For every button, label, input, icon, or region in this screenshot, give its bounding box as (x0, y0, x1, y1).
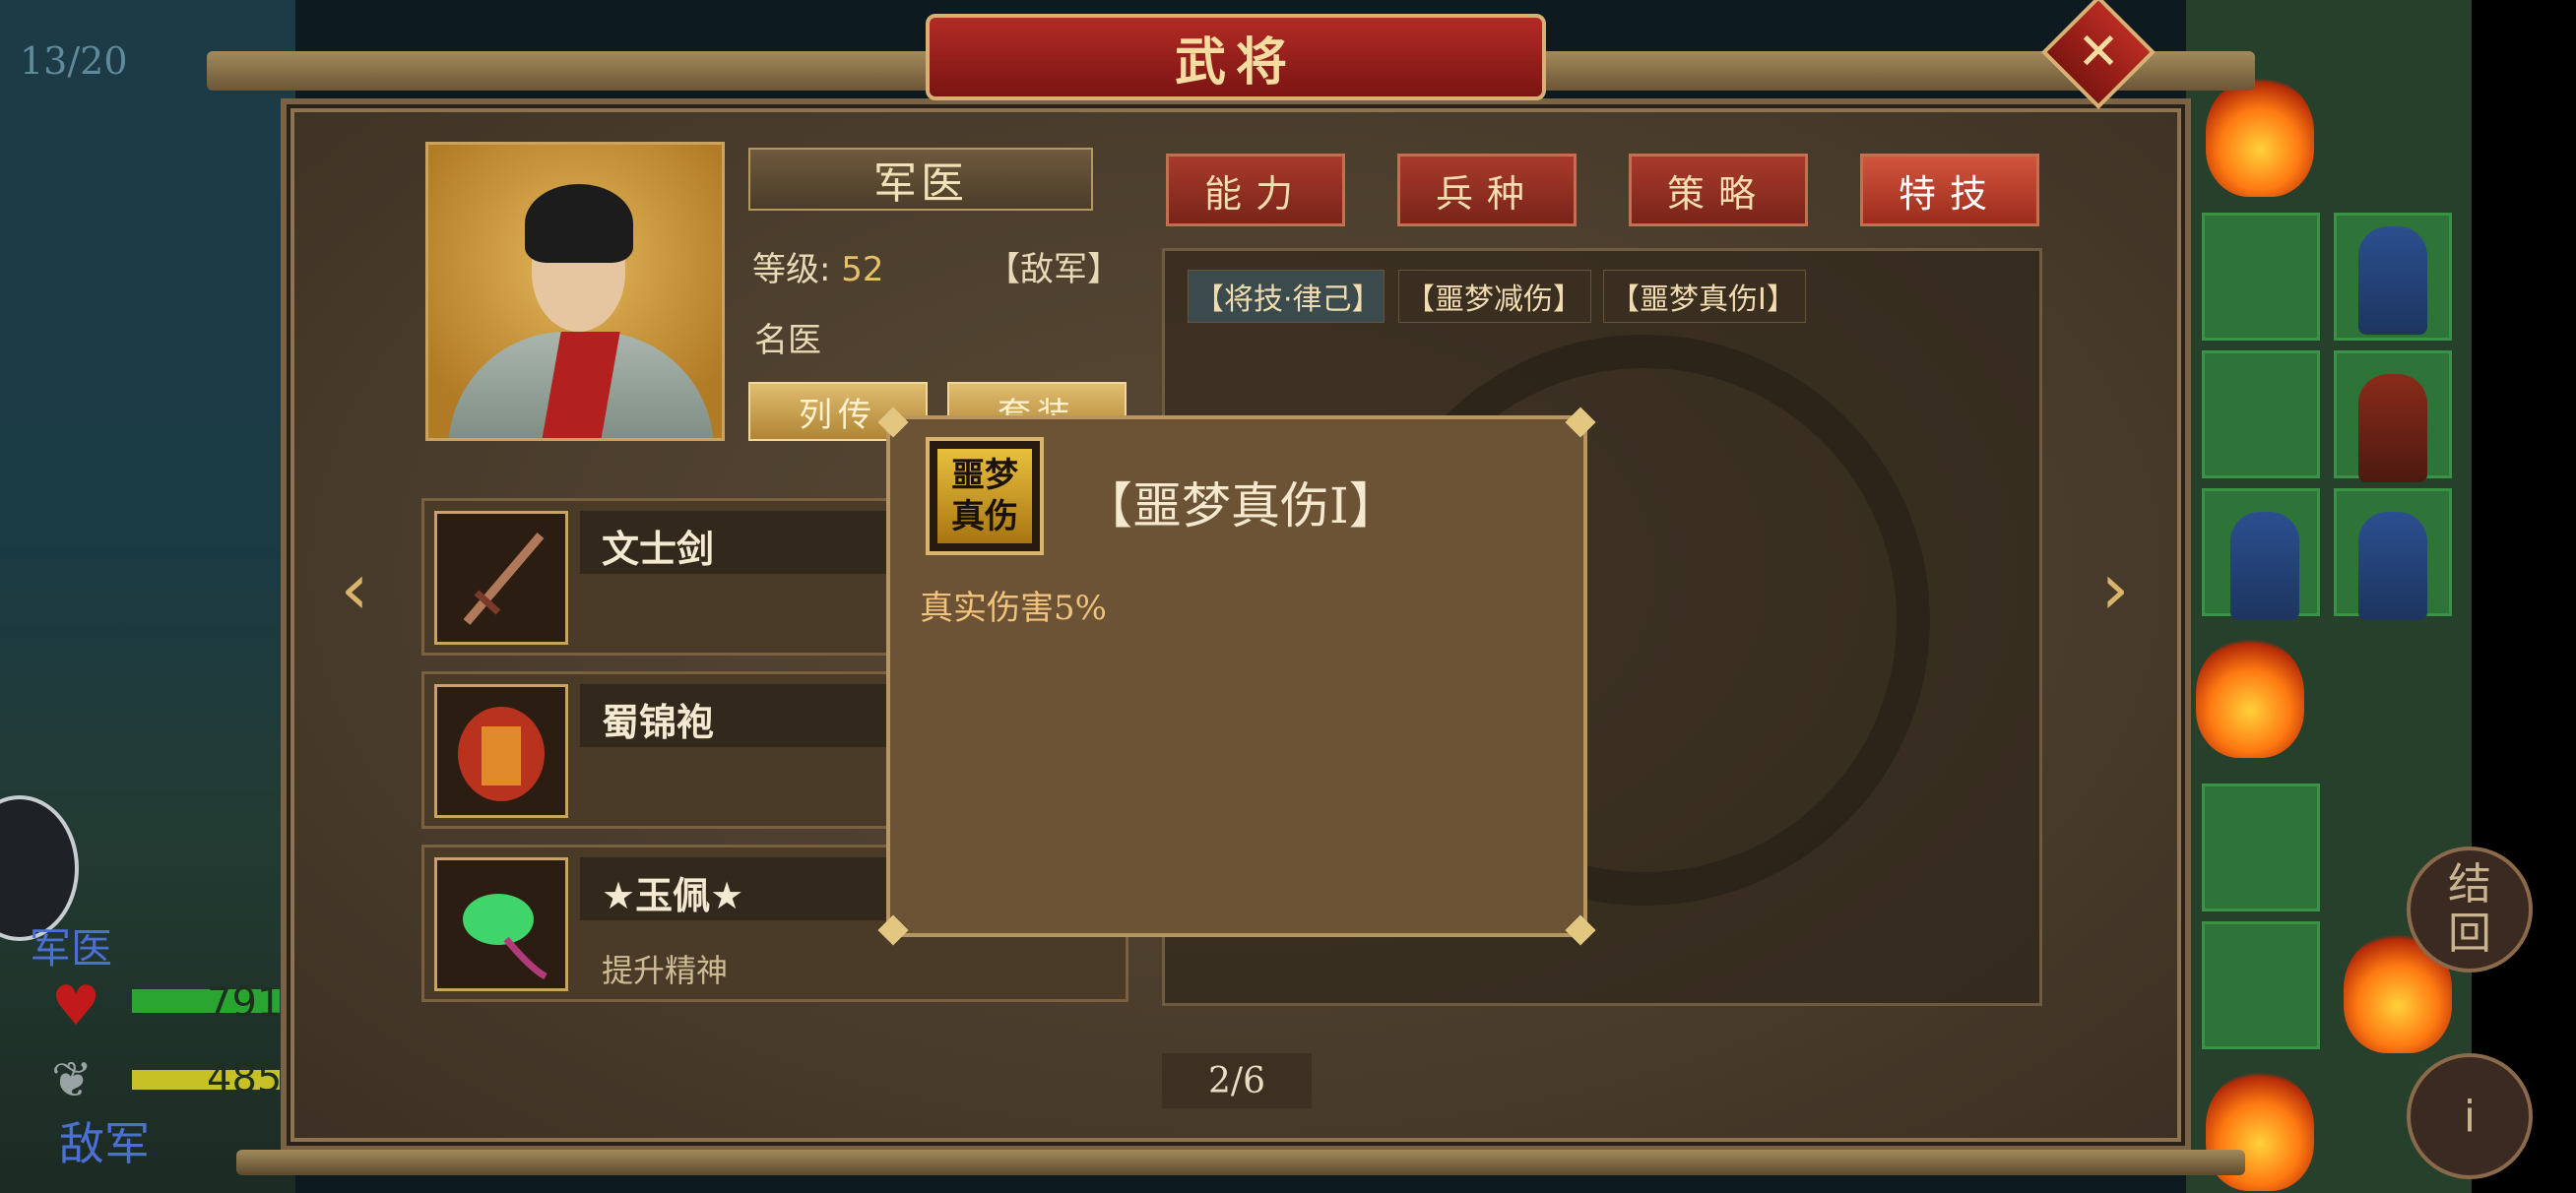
tooltip-description: 真实伤害5% (920, 589, 1107, 628)
enemy-unit-sprite[interactable] (2358, 226, 2427, 335)
title-banner: 武将 (926, 14, 1546, 100)
tab-troop-type[interactable]: 兵种 (1397, 154, 1577, 226)
unit-name-label: 军医 (30, 924, 113, 973)
level-row: 等级: 52 (752, 242, 884, 290)
end-turn-label-top: 结 (2448, 859, 2491, 910)
equipment-desc: 提升精神 (602, 952, 729, 989)
prev-general-button[interactable]: ‹ (325, 547, 384, 630)
page-indicator: 2/6 (1162, 1053, 1312, 1108)
chevron-left-icon: ‹ (340, 547, 369, 630)
map-tile (2202, 921, 2320, 1049)
faction-tag: 【敌军】 (987, 250, 1121, 289)
close-icon: ✕ (2077, 23, 2120, 82)
chevron-right-icon: › (2100, 547, 2130, 630)
fire-icon (2206, 79, 2314, 197)
level-label: 等级: (752, 250, 831, 289)
sword-icon (434, 511, 568, 645)
equipment-name: ★玉佩★ (602, 874, 744, 917)
tab-special-skill[interactable]: 特技 (1860, 154, 2039, 226)
portrait-hair (525, 184, 633, 263)
fire-icon (2196, 640, 2304, 758)
general-name-plate: 军医 (748, 148, 1093, 211)
enemy-unit-sprite[interactable] (2358, 512, 2427, 620)
skill-icon-line1: 噩梦 (951, 456, 1018, 495)
skill-icon-line2: 真伤 (951, 497, 1018, 536)
skill-icon: 噩梦 真伤 (926, 437, 1044, 555)
mp-value: 485 (207, 1056, 283, 1101)
feather-icon: ❦ (51, 1051, 93, 1108)
tooltip-title: 【噩梦真伤Ⅰ】 (1083, 477, 1398, 534)
turn-counter: 13/20 (20, 39, 128, 83)
map-tile (2202, 350, 2320, 478)
end-turn-label-bottom: 回 (2448, 909, 2491, 959)
enemy-unit-sprite[interactable] (2230, 512, 2299, 620)
skill-chip[interactable]: 【将技·律己】 (1188, 270, 1385, 323)
panel-frame-bottom (236, 1150, 2245, 1175)
general-title: 名医 (754, 321, 821, 360)
equipment-name: 蜀锦袍 (602, 701, 715, 744)
info-button[interactable]: i (2407, 1053, 2533, 1179)
hp-value: 791 (207, 980, 283, 1026)
faction-label: 敌军 (59, 1117, 150, 1170)
end-turn-button[interactable]: 结 回 (2407, 847, 2533, 973)
skill-chip[interactable]: 【噩梦真伤Ⅰ】 (1603, 270, 1806, 323)
skill-chip[interactable]: 【噩梦减伤】 (1398, 270, 1591, 323)
screen-edge (2472, 0, 2576, 1193)
tab-ability[interactable]: 能力 (1166, 154, 1345, 226)
close-button[interactable]: ✕ (2041, 0, 2156, 109)
general-portrait (425, 142, 725, 441)
jade-pendant-icon (434, 857, 568, 991)
heart-icon: ♥ (51, 974, 101, 1038)
enemy-unit-sprite[interactable] (2358, 374, 2427, 482)
next-general-button[interactable]: › (2086, 547, 2145, 630)
robe-icon (434, 684, 568, 818)
map-tile (2202, 784, 2320, 911)
info-icon: i (2463, 1091, 2477, 1142)
tab-strategy[interactable]: 策略 (1629, 154, 1808, 226)
map-tile (2202, 213, 2320, 341)
window-title: 武将 (1174, 31, 1297, 93)
level-value: 52 (841, 250, 884, 289)
equipment-name: 文士剑 (602, 528, 715, 571)
general-class-name: 军医 (873, 158, 968, 209)
